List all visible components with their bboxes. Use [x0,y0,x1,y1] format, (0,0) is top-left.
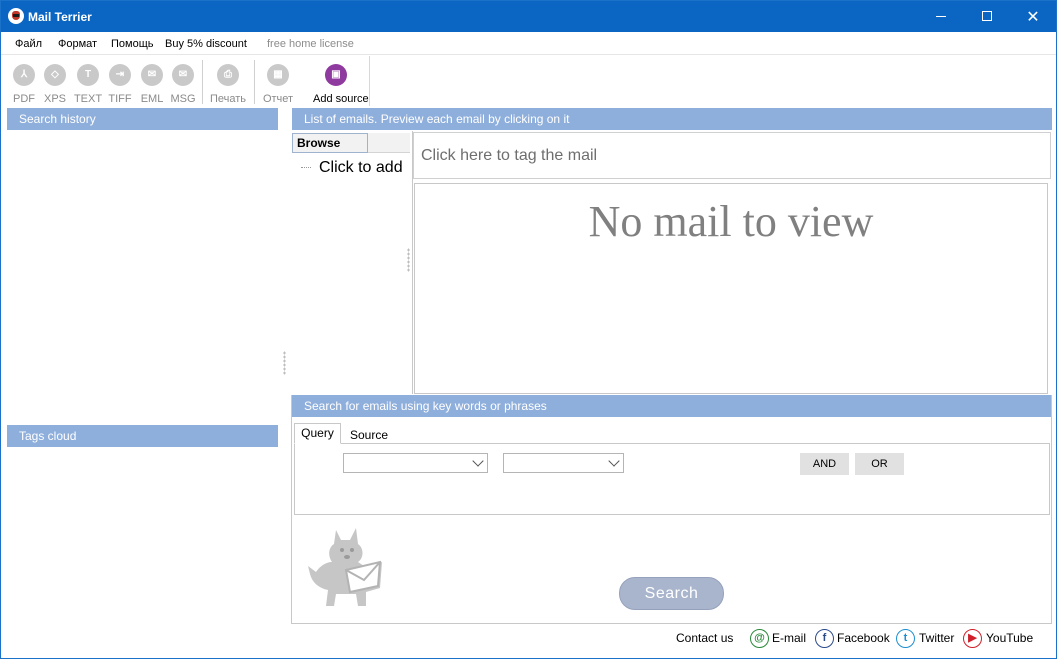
chevron-down-icon [608,455,620,467]
tab-source[interactable]: Source [344,426,394,444]
contact-us-label: Contact us [676,631,734,645]
or-button[interactable]: OR [855,453,904,475]
browse-tab-strip [368,133,410,153]
search-button[interactable]: Search [619,577,724,610]
tag-mail-input[interactable]: Click here to tag the mail [413,132,1051,179]
tree-connector [301,167,311,168]
and-button[interactable]: AND [800,453,849,475]
maximize-button[interactable] [964,1,1010,32]
toolbar-border [369,56,370,106]
chevron-down-icon [472,455,484,467]
report-label: Отчет [262,93,294,105]
app-logo-icon [8,8,24,24]
menu-file[interactable]: Файл [15,38,42,50]
footer: Contact us @ E-mail f Facebook t Twitter… [1,627,1056,651]
click-to-add-item[interactable]: Click to add [319,159,403,177]
youtube-icon[interactable]: ▶ [963,629,982,648]
pdf-icon: ⅄ [13,64,35,86]
tiff-icon: ⇥ [109,64,131,86]
menu-help[interactable]: Помощь [111,38,154,50]
email-list-header: List of emails. Preview each email by cl… [292,108,1052,130]
tags-cloud-area[interactable] [7,448,278,623]
report-icon: ▦ [267,64,289,86]
email-icon[interactable]: @ [750,629,769,648]
minimize-icon [936,16,946,17]
twitter-link[interactable]: Twitter [919,631,954,645]
query-condition-select[interactable] [503,453,624,473]
youtube-link[interactable]: YouTube [986,631,1033,645]
tags-cloud-header: Tags cloud [7,425,278,447]
export-msg-button[interactable]: ✉ MSG [166,56,200,106]
browse-panel: Browse Click to add [292,131,413,394]
twitter-icon[interactable]: t [896,629,915,648]
tag-mail-placeholder: Click here to tag the mail [421,147,598,164]
facebook-icon[interactable]: f [815,629,834,648]
browse-splitter[interactable] [407,248,410,272]
terrier-logo-icon [308,528,382,606]
email-link[interactable]: E-mail [772,631,806,645]
export-msg-label: MSG [170,93,196,105]
vertical-splitter[interactable] [283,351,286,375]
app-window: Mail Terrier ✕ Файл Формат Помощь Buy 5%… [0,0,1057,659]
msg-icon: ✉ [172,64,194,86]
search-history-header: Search history [7,108,278,130]
print-label: Печать [209,93,247,105]
no-mail-message: No mail to view [588,197,874,246]
facebook-link[interactable]: Facebook [837,631,890,645]
text-icon: T [77,64,99,86]
menu-bar: Файл Формат Помощь Buy 5% discount free … [1,32,1056,55]
mail-preview: No mail to view [414,183,1048,394]
tab-query[interactable]: Query [294,423,341,444]
toolbar: ⅄ PDF ◇ XPS T TEXT ⇥ TIFF ✉ EML ✉ MSG ⎙ … [5,56,370,106]
menu-buy-discount[interactable]: Buy 5% discount [165,38,247,50]
query-field-select[interactable] [343,453,488,473]
add-source-label: Add source [313,93,369,105]
print-button[interactable]: ⎙ Печать [210,56,246,106]
maximize-icon [982,11,992,21]
license-label: free home license [267,38,354,50]
search-history-list[interactable] [7,131,278,423]
xps-icon: ◇ [44,64,66,86]
toolbar-separator [202,60,203,104]
minimize-button[interactable] [918,1,964,32]
print-icon: ⎙ [217,64,239,86]
add-source-button[interactable]: ▣ Add source [313,56,369,106]
window-title: Mail Terrier [28,10,92,24]
menu-format[interactable]: Формат [58,38,97,50]
report-button[interactable]: ▦ Отчет [261,56,295,106]
eml-icon: ✉ [141,64,163,86]
title-bar: Mail Terrier ✕ [1,1,1056,32]
close-button[interactable]: ✕ [1010,1,1056,32]
close-icon: ✕ [1026,7,1040,26]
add-source-icon: ▣ [325,64,347,86]
browse-tab[interactable]: Browse [292,133,368,153]
